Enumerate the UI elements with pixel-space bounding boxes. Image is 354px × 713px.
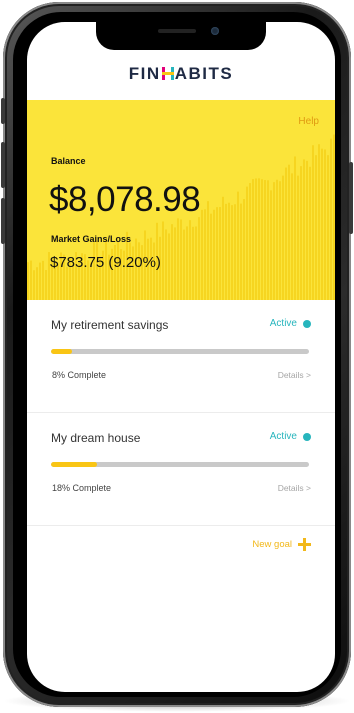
balance-value: $8,078.98 bbox=[49, 180, 201, 219]
goal-status: Active bbox=[270, 318, 311, 329]
goal-complete-label: 8% Complete bbox=[52, 370, 107, 380]
goal-details-link[interactable]: Details > bbox=[278, 370, 311, 380]
goal-progress-fill bbox=[51, 462, 98, 467]
goal-status-label: Active bbox=[269, 431, 297, 442]
balance-label: Balance bbox=[51, 156, 86, 166]
new-goal-button[interactable]: New goal bbox=[252, 538, 311, 551]
app-screen: FIN ABITS Help Balance $8,078.98 Market G… bbox=[27, 22, 335, 692]
goal-complete-label: 18% Complete bbox=[52, 483, 112, 493]
goal-title: My retirement savings bbox=[51, 318, 169, 332]
brand-logo: FIN ABITS bbox=[27, 64, 335, 84]
goal-status: Active bbox=[270, 431, 311, 442]
balance-card: Help Balance $8,078.98 Market Gains/Loss… bbox=[27, 100, 335, 300]
help-link[interactable]: Help bbox=[298, 116, 319, 127]
power-button bbox=[349, 162, 353, 234]
volume-up-button bbox=[1, 142, 5, 188]
plus-icon bbox=[298, 538, 311, 551]
goal-title: My dream house bbox=[51, 431, 141, 445]
status-dot-icon bbox=[303, 319, 311, 328]
notch bbox=[96, 22, 266, 50]
goal-progress-fill bbox=[51, 349, 72, 354]
device-stage: FIN ABITS Help Balance $8,078.98 Market G… bbox=[0, 0, 354, 713]
goal-status-label: Active bbox=[269, 318, 297, 329]
brand-name-start: FIN bbox=[128, 64, 161, 83]
volume-down-button bbox=[1, 198, 5, 244]
goal-card[interactable]: My dream house Active 18% Complete Detai… bbox=[27, 413, 335, 526]
market-gains-value: $783.75 (9.20%) bbox=[50, 254, 161, 271]
brand-name-end: ABITS bbox=[174, 64, 234, 83]
goal-progress-bar bbox=[51, 349, 309, 354]
finhabits-logo-icon bbox=[161, 67, 174, 80]
status-dot-icon bbox=[303, 432, 311, 441]
goal-card[interactable]: My retirement savings Active 8% Complete… bbox=[27, 300, 335, 413]
front-camera-icon bbox=[211, 27, 219, 35]
market-gains-label: Market Gains/Loss bbox=[51, 234, 132, 244]
speaker-grille bbox=[158, 29, 196, 33]
new-goal-label: New goal bbox=[252, 539, 292, 550]
goal-details-link[interactable]: Details > bbox=[278, 483, 311, 493]
goal-progress-bar bbox=[51, 462, 309, 467]
mute-switch bbox=[1, 98, 5, 124]
